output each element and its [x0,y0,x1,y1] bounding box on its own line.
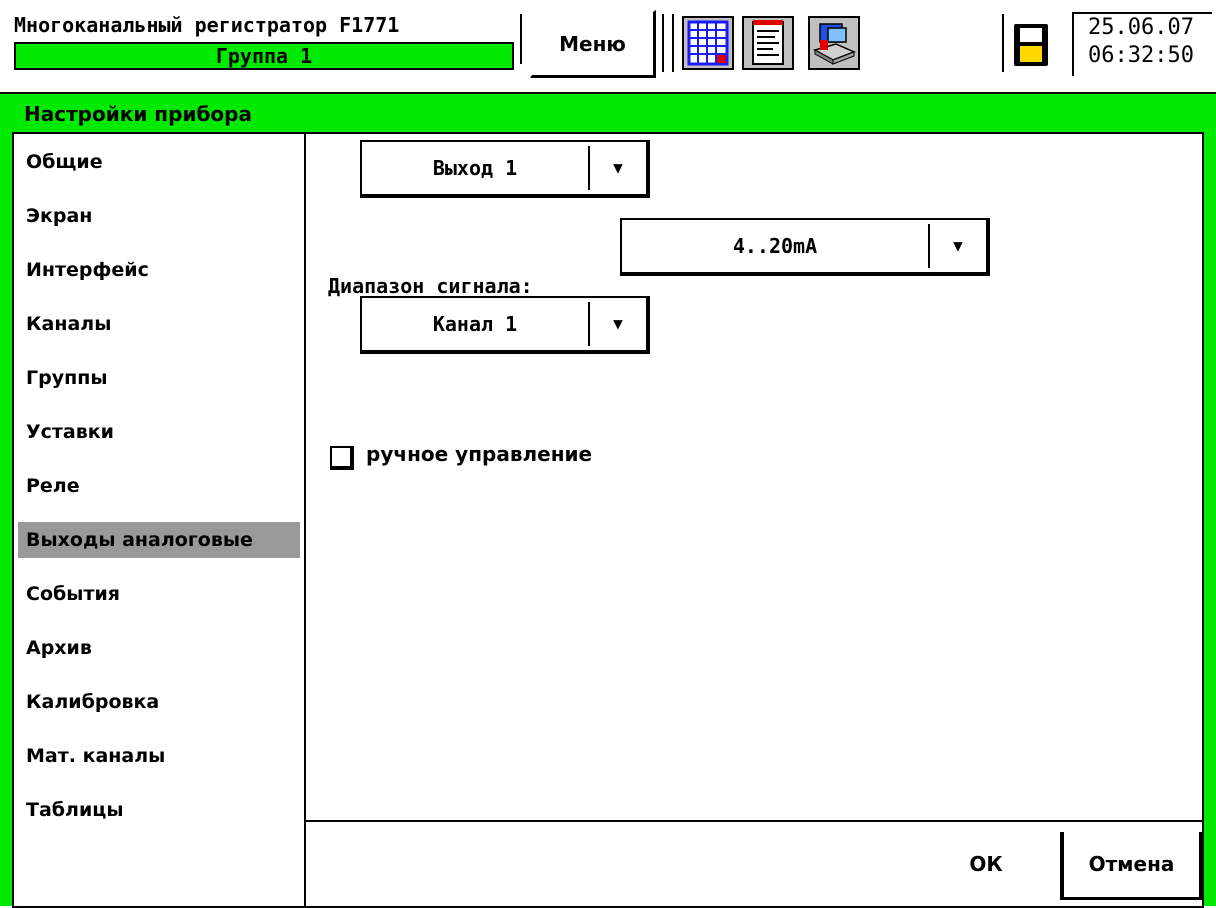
cancel-button[interactable]: Отмена [1062,832,1202,900]
top-bar: Многоканальный регистратор F1771 Группа … [0,0,1216,88]
panel-body: Общие Экран Интерфейс Каналы Группы Уста… [12,132,1204,908]
sidebar-item-math-channels[interactable]: Мат. каналы [18,738,300,774]
floppy-save-icon[interactable] [1010,18,1052,70]
output-select[interactable]: Выход 1 ▼ [360,140,650,198]
signal-range-label: Диапазон сигнала: [328,274,533,298]
sidebar-item-interface[interactable]: Интерфейс [18,252,300,288]
sidebar-item-archive[interactable]: Архив [18,630,300,666]
divider [1002,14,1004,72]
ok-button[interactable]: ОК [912,832,1062,900]
divider [520,14,522,64]
sidebar-item-tables[interactable]: Таблицы [18,792,300,828]
group-indicator[interactable]: Группа 1 [14,42,514,70]
footer-divider [306,820,1202,822]
date-text: 25.06.07 [1088,15,1194,40]
notepad-icon[interactable] [740,14,796,72]
sidebar-item-groups[interactable]: Группы [18,360,300,396]
signal-range-select[interactable]: 4..20mA ▼ [620,218,990,276]
chevron-down-icon[interactable]: ▼ [590,298,646,350]
settings-sidebar: Общие Экран Интерфейс Каналы Группы Уста… [14,134,304,906]
table-icon[interactable] [680,14,736,72]
chevron-down-icon[interactable]: ▼ [930,220,986,272]
analog-output-settings: Выход 1 ▼ Диапазон сигнала: 4..20mA ▼ Ка… [306,134,1202,820]
sidebar-item-setpoints[interactable]: Уставки [18,414,300,450]
sidebar-item-events[interactable]: События [18,576,300,612]
sidebar-item-general[interactable]: Общие [18,144,300,180]
panel-title: Настройки прибора [24,102,252,126]
sidebar-item-calibration[interactable]: Калибровка [18,684,300,720]
device-title: Многоканальный регистратор F1771 [14,13,400,37]
output-select-value: Выход 1 [432,156,518,180]
divider [662,14,664,72]
divider [672,14,674,72]
settings-panel: Настройки прибора Общие Экран Интерфейс … [0,92,1216,908]
chevron-down-icon[interactable]: ▼ [590,142,646,194]
signal-range-value: 4..20mA [732,234,818,258]
channel-select[interactable]: Канал 1 ▼ [360,296,650,354]
sidebar-item-relays[interactable]: Реле [18,468,300,504]
sidebar-item-screen[interactable]: Экран [18,198,300,234]
device-archive-icon[interactable] [806,14,862,72]
manual-control-checkbox[interactable] [330,446,354,470]
date-time-display: 25.06.07 06:32:50 [1072,12,1212,76]
sidebar-item-analog-outputs[interactable]: Выходы аналоговые [18,522,300,558]
time-text: 06:32:50 [1088,43,1194,68]
menu-button[interactable]: Меню [530,10,656,78]
sidebar-item-channels[interactable]: Каналы [18,306,300,342]
manual-control-label[interactable]: ручное управление [366,442,592,466]
channel-select-value: Канал 1 [432,312,518,336]
